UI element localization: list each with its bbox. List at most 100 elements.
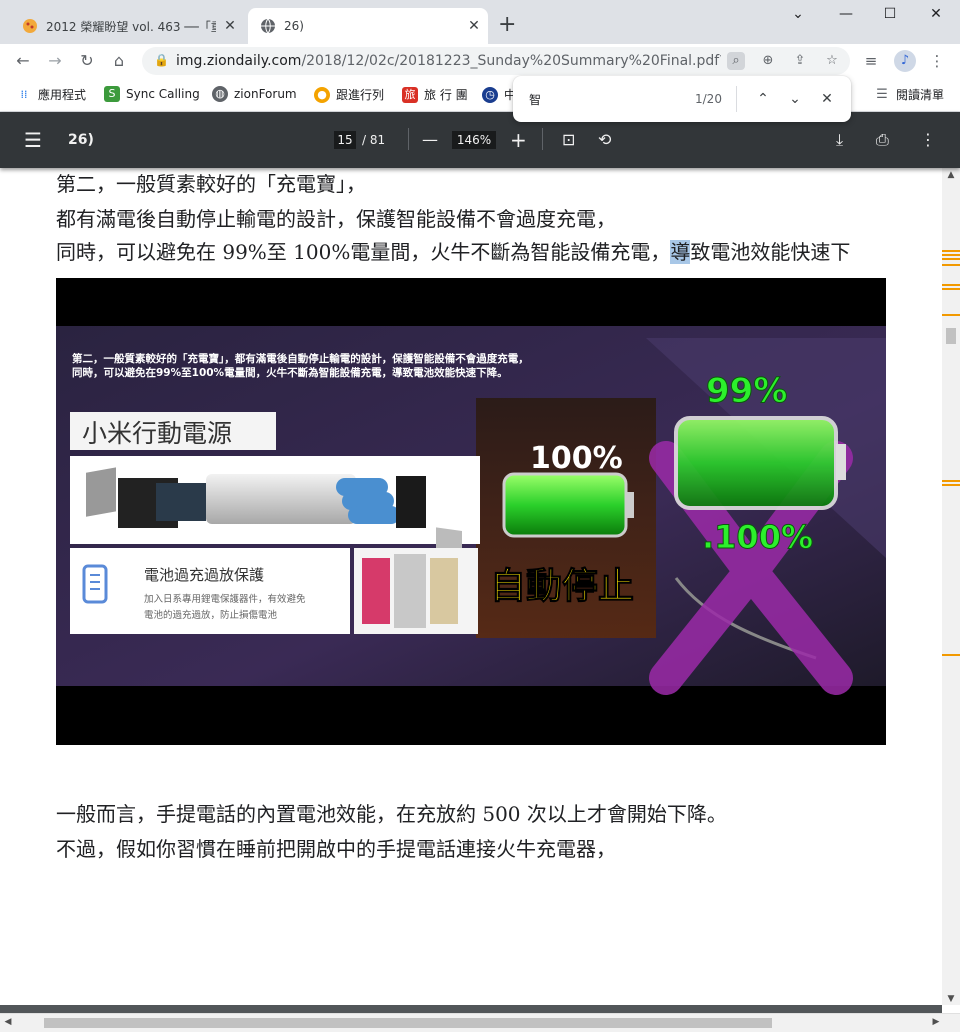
bookmark-zhong[interactable]: ◷ 中 — [482, 86, 516, 103]
auto-stop-label: 自動停止 — [490, 566, 634, 607]
browser-toolbar: ← → ↻ ⌂ 🔒 img.ziondaily.com/2018/12/02c/… — [0, 44, 960, 78]
find-match-marker — [942, 480, 960, 482]
globe-icon: ◍ — [212, 86, 228, 102]
scroll-right-icon[interactable]: ▶ — [930, 1017, 942, 1027]
bookmark-follow-up[interactable]: ● 跟進行列 — [314, 86, 384, 103]
text-line: 不過，假如你習慣在睡前把開啟中的手提電話連接火牛充電器， — [56, 837, 616, 861]
apps-grid-icon: ⁞⁞ — [20, 87, 28, 101]
fit-page-icon[interactable]: ⊡ — [562, 130, 575, 150]
pdf-viewer[interactable]: 第二，一般質素較好的「充電寶」， 都有滿電後自動停止輸電的設計，保護智能設備不會… — [0, 168, 942, 1005]
bookmark-label: 跟進行列 — [336, 88, 385, 102]
page-total: / 81 — [362, 133, 386, 147]
find-close-icon[interactable]: ✕ — [817, 89, 837, 109]
page-number-input[interactable]: 15 — [334, 131, 356, 149]
percent-label-99: 99% — [706, 371, 787, 411]
bookmark-tour[interactable]: 旅旅 行 團 — [402, 86, 468, 103]
find-match-marker — [942, 284, 960, 286]
address-bar[interactable]: 🔒 img.ziondaily.com/2018/12/02c/20181223… — [142, 47, 850, 75]
pdf-divider — [408, 128, 409, 150]
pdf-more-icon[interactable]: ⋮ — [920, 130, 936, 150]
sync-calling-icon: S — [104, 86, 120, 102]
scroll-thumb[interactable] — [946, 328, 956, 344]
close-window-button[interactable]: ✕ — [916, 6, 956, 26]
text-span: 同時，可以避免在 99%至 100%電量間，火牛不斷為智能設備充電， — [56, 240, 671, 264]
reading-list-button[interactable]: ☰ 閱讀清單 — [874, 86, 944, 103]
zoom-out-icon[interactable]: — — [422, 130, 438, 150]
print-icon[interactable]: ⎙ — [876, 130, 889, 150]
forward-icon[interactable]: → — [44, 50, 66, 72]
find-bar: 智 1/20 ⌃ ⌄ ✕ — [513, 76, 851, 122]
find-input[interactable]: 智 — [529, 91, 541, 108]
reading-list-label: 閱讀清單 — [896, 88, 945, 102]
product-image: 第二，一般質素較好的「充電寶」，都有滿電後自動停止輸電的設計，保護智能設備不會過… — [56, 278, 886, 745]
bookmark-label: 旅 行 團 — [424, 88, 468, 102]
download-icon[interactable]: ⤓ — [836, 130, 843, 150]
url-path: /2018/12/02c/20181223_Sunday%20Summary%2… — [301, 53, 721, 69]
vertical-scrollbar[interactable]: ▲ ▼ — [942, 168, 960, 1005]
zoom-in-icon[interactable]: + — [510, 130, 527, 150]
pizza-icon — [23, 19, 37, 33]
clock-icon: ◷ — [482, 86, 498, 103]
bookmark-label: 應用程式 — [38, 88, 87, 102]
bookmark-apps[interactable]: ⁞⁞ 應用程式 — [16, 86, 87, 103]
text-line: 一般而言，手提電話的內置電池效能，在充放約 500 次以上才會開始下降。 — [56, 802, 727, 826]
close-tab-icon[interactable]: ✕ — [216, 18, 244, 34]
percent-label-100: 100% — [530, 441, 623, 476]
pdf-divider — [542, 128, 543, 150]
share-icon[interactable]: ⇪ — [791, 52, 809, 70]
find-next-icon[interactable]: ⌄ — [785, 89, 805, 109]
tab-title: 26) — [284, 19, 304, 33]
zoom-icon[interactable]: ⊕ — [759, 52, 777, 70]
find-match-marker — [942, 264, 960, 266]
power-bank-illustration: 第二，一般質素較好的「充電寶」，都有滿電後自動停止輸電的設計，保護智能設備不會過… — [56, 326, 886, 695]
bookmark-label: zionForum — [234, 87, 297, 101]
profile-avatar[interactable]: ♪ — [894, 50, 916, 72]
globe-icon — [261, 18, 275, 34]
find-previous-icon[interactable]: ⌃ — [753, 89, 773, 109]
tab-ziondaily-article[interactable]: 2012 榮耀盼望 vol. 463 ──「重 ✕ — [8, 8, 244, 44]
menu-icon[interactable]: ⋮ — [926, 50, 948, 72]
lock-icon: 🔒 — [154, 53, 169, 67]
pizza-icon: ● — [314, 86, 330, 103]
url-text[interactable]: img.ziondaily.com/2018/12/02c/20181223_S… — [176, 53, 721, 69]
find-match-count: 1/20 — [695, 92, 722, 106]
find-in-page-icon[interactable]: ⌕ — [727, 52, 745, 70]
bookmark-star-icon[interactable]: ☆ — [823, 52, 841, 70]
page-gap — [0, 1005, 942, 1013]
find-match-marker — [942, 314, 960, 316]
reading-mode-icon[interactable]: ≡ — [860, 50, 882, 72]
protect-desc: 電池的過充過放，防止損傷電池 — [144, 609, 278, 621]
text-line: 同時，可以避免在 99%至 100%電量間，火牛不斷為智能設備充電，導致電池效能… — [56, 236, 850, 265]
url-host: img.ziondaily.com — [176, 53, 302, 69]
zoom-level-input[interactable]: 146% — [452, 131, 496, 149]
scroll-up-icon[interactable]: ▲ — [942, 170, 960, 180]
find-match-marker — [942, 250, 960, 252]
close-tab-icon[interactable]: ✕ — [460, 18, 488, 34]
caption-line: 同時，可以避免在99%至100%電量間，火牛不斷為智能設備充電，導致電池效能快速… — [72, 366, 508, 379]
find-match-marker — [942, 258, 960, 260]
pdf-menu-icon[interactable]: ☰ — [24, 130, 42, 150]
maximize-button[interactable]: ☐ — [870, 6, 910, 26]
new-tab-button[interactable]: + — [498, 12, 516, 38]
home-icon[interactable]: ⌂ — [108, 50, 130, 72]
tab-title: 2012 榮耀盼望 vol. 463 ──「重 — [46, 19, 216, 34]
back-icon[interactable]: ← — [12, 50, 34, 72]
find-match-marker — [942, 288, 960, 290]
text-span: 致電池效能快速下 — [690, 240, 851, 264]
find-match-marker — [942, 484, 960, 486]
reload-icon[interactable]: ↻ — [76, 50, 98, 72]
text-line: 第二，一般質素較好的「充電寶」， — [56, 172, 366, 196]
bookmark-sync-calling[interactable]: S Sync Calling — [104, 86, 200, 102]
horizontal-scroll-thumb[interactable] — [44, 1018, 772, 1028]
minimize-button[interactable]: — — [826, 6, 866, 26]
percent-label-100-overlay: .100% — [702, 518, 813, 556]
scroll-down-icon[interactable]: ▼ — [942, 994, 960, 1004]
bookmark-zionforum[interactable]: ◍ zionForum — [212, 86, 297, 102]
rotate-icon[interactable]: ⟲ — [598, 130, 611, 150]
scroll-left-icon[interactable]: ◀ — [2, 1017, 14, 1027]
tab-pdf-active[interactable]: 26) ✕ — [248, 8, 488, 44]
tab-search-button[interactable]: ⌄ — [778, 6, 818, 26]
horizontal-scrollbar[interactable]: ◀ ▶ — [0, 1013, 960, 1032]
protect-title: 電池過充過放保護 — [144, 566, 264, 584]
reading-list-icon: ☰ — [876, 86, 888, 102]
